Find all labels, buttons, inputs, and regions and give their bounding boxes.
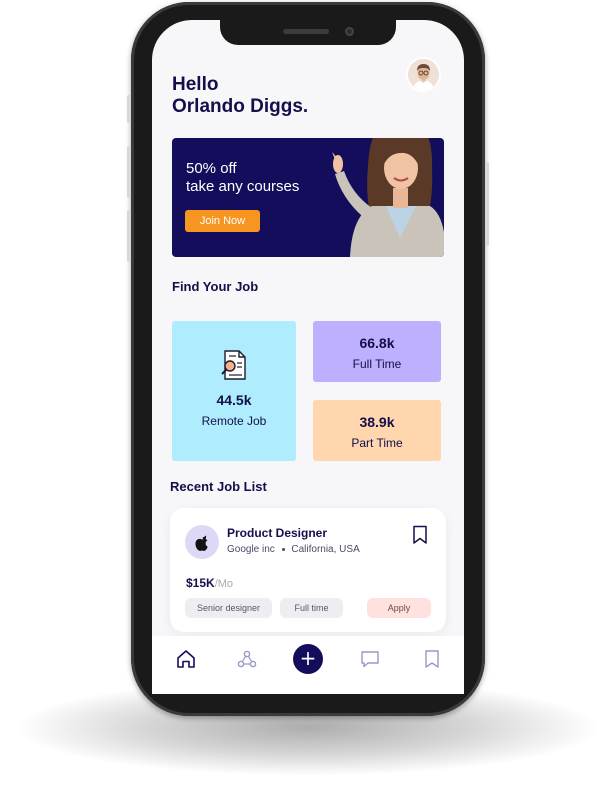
- part-time-card[interactable]: 38.9k Part Time: [313, 400, 441, 461]
- volume-up-button: [127, 146, 131, 198]
- bookmark-icon: [425, 650, 439, 668]
- greeting-hello: Hello: [172, 74, 219, 95]
- apply-button[interactable]: Apply: [367, 598, 431, 618]
- find-job-title: Find Your Job: [172, 279, 259, 294]
- job-location: California, USA: [291, 544, 360, 555]
- nav-saved[interactable]: [421, 648, 443, 670]
- bookmark-icon: [413, 525, 427, 544]
- remote-job-count: 44.5k: [216, 392, 252, 408]
- apple-icon: [195, 535, 208, 551]
- promo-person-image: [332, 138, 444, 257]
- nav-messages[interactable]: [359, 648, 381, 670]
- promo-subtitle: take any courses: [186, 178, 300, 195]
- connection-icon: [237, 650, 257, 668]
- greeting-user-name: Orlando Diggs.: [172, 96, 309, 117]
- job-meta: Google inc California, USA: [227, 544, 360, 555]
- tag-seniority: Senior designer: [185, 598, 272, 618]
- promo-discount: 50% off: [186, 160, 237, 177]
- remote-job-label: Remote Job: [201, 414, 267, 428]
- power-button: [485, 162, 489, 246]
- full-time-card[interactable]: 66.8k Full Time: [313, 321, 441, 382]
- add-button[interactable]: +: [293, 644, 323, 674]
- part-time-label: Part Time: [351, 436, 403, 450]
- nav-connections[interactable]: [236, 648, 258, 670]
- job-search-icon: [221, 350, 246, 380]
- bookmark-button[interactable]: [412, 525, 428, 549]
- full-time-count: 66.8k: [359, 335, 395, 351]
- company-name: Google inc: [227, 544, 275, 555]
- phone-speaker: [283, 29, 329, 34]
- full-time-label: Full Time: [352, 357, 402, 371]
- avatar[interactable]: [408, 59, 439, 90]
- job-title[interactable]: Product Designer: [227, 526, 327, 540]
- meta-dot: [281, 547, 285, 551]
- mute-switch: [127, 95, 131, 123]
- tag-employment-type: Full time: [280, 598, 343, 618]
- stage: Hello Orlando Diggs. 50% off take any co…: [0, 0, 616, 793]
- salary-amount: $15K: [186, 576, 215, 590]
- front-camera: [345, 27, 354, 36]
- home-icon: [177, 650, 195, 668]
- promo-text: 50% off take any courses: [186, 160, 299, 196]
- volume-down-button: [127, 210, 131, 262]
- add-icon: +: [299, 646, 317, 670]
- remote-job-card[interactable]: 44.5k Remote Job: [172, 321, 296, 461]
- recent-job-title: Recent Job List: [170, 479, 267, 494]
- salary-unit: /Mo: [214, 578, 234, 590]
- promo-banner: [172, 138, 444, 257]
- chat-icon: [361, 651, 379, 668]
- salary: $15K/Mo: [186, 576, 233, 590]
- user-avatar-icon: [408, 59, 439, 90]
- part-time-count: 38.9k: [359, 414, 395, 430]
- nav-home[interactable]: [175, 648, 197, 670]
- company-logo: [185, 525, 219, 559]
- join-now-button[interactable]: Join Now: [185, 210, 260, 232]
- greeting: Hello Orlando Diggs.: [172, 74, 308, 118]
